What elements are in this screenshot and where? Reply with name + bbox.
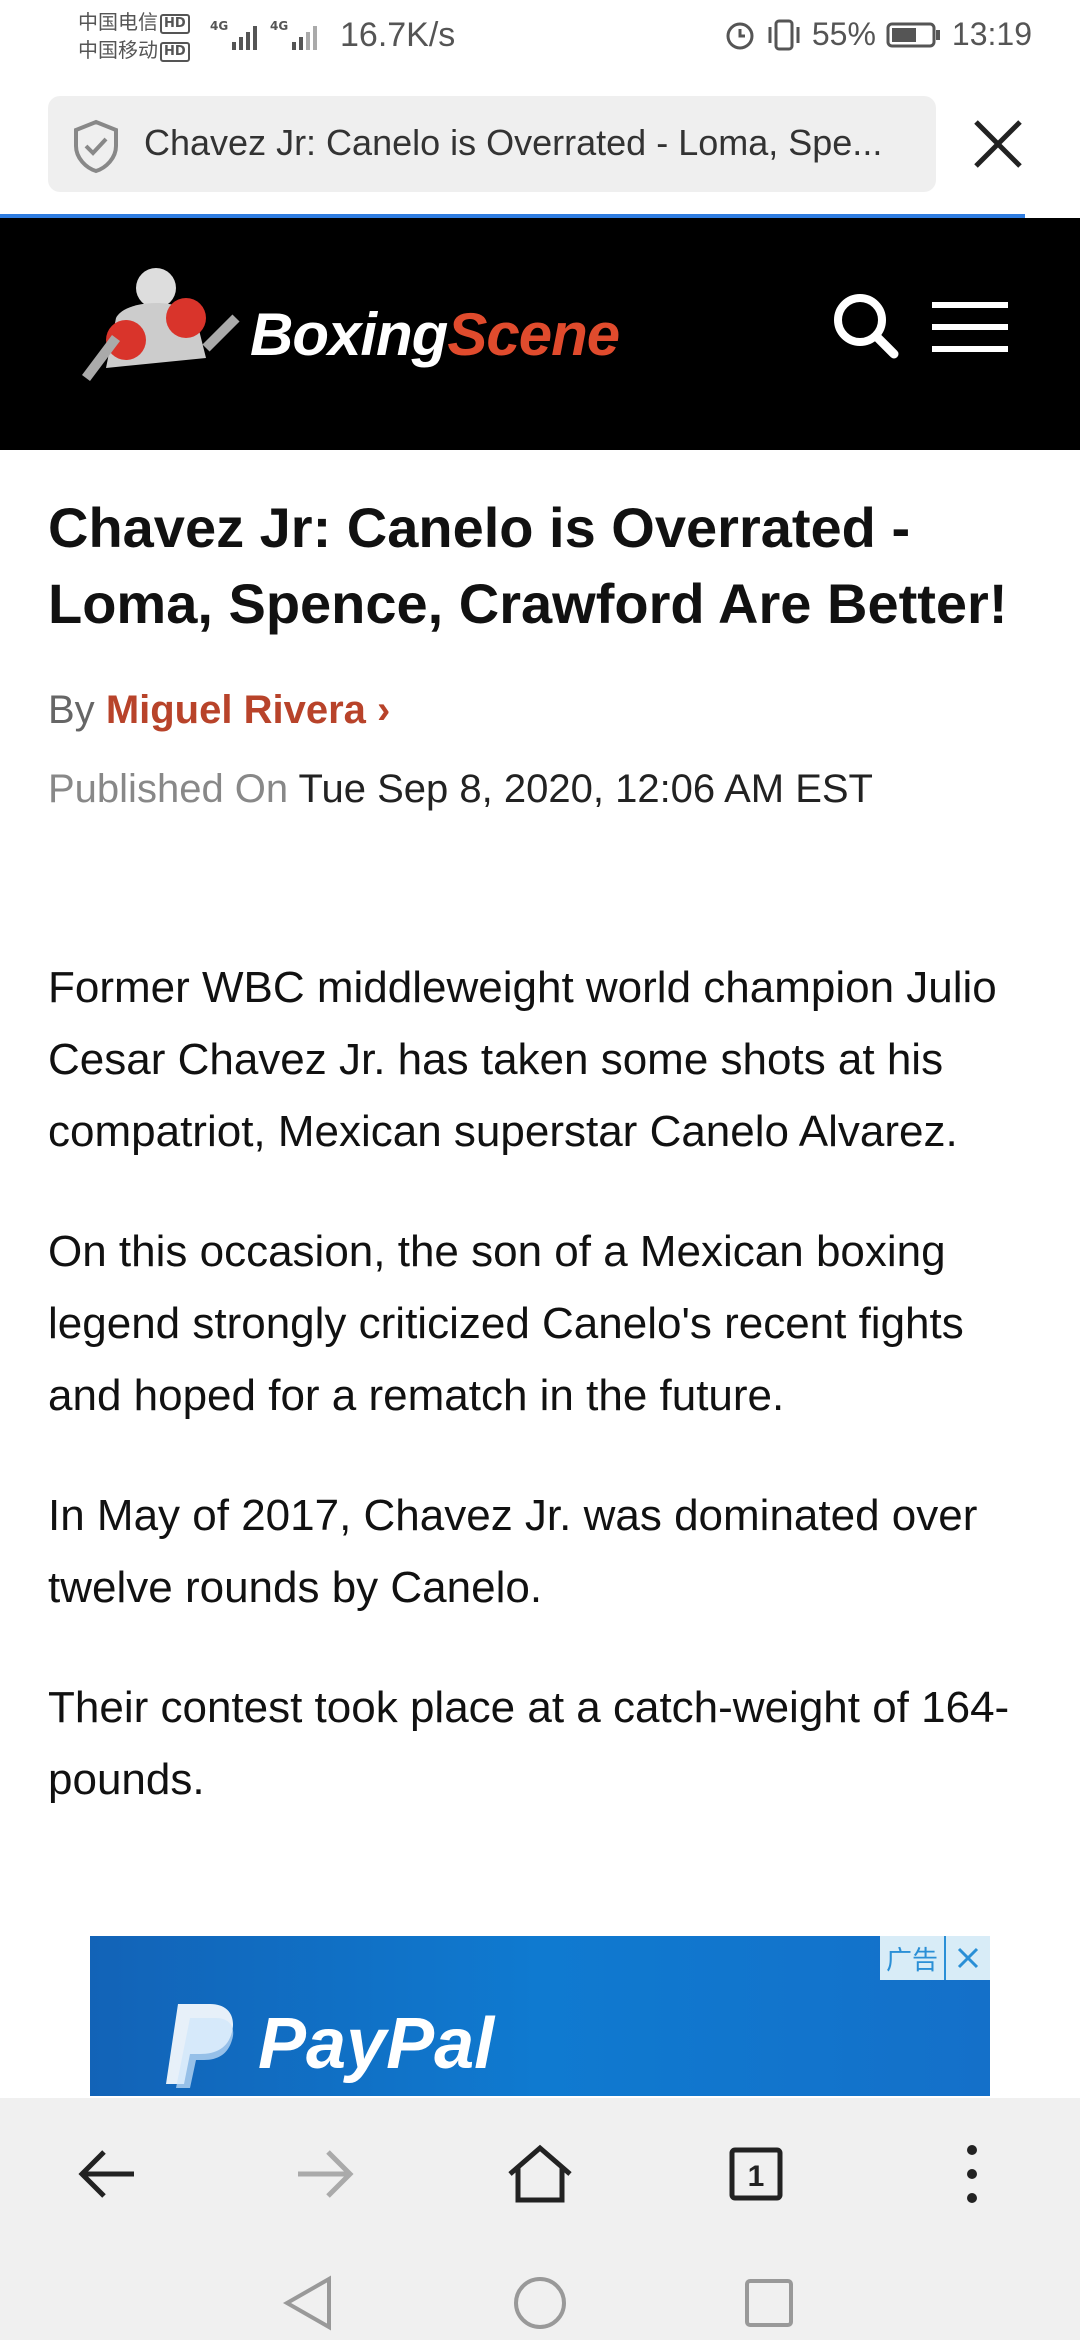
paragraph: On this occasion, the son of a Mexican b… [48,1227,964,1420]
browser-toolbar: 1 [0,2098,1080,2340]
recents-square-icon [745,2279,793,2327]
system-recents-button[interactable] [734,2268,804,2338]
back-arrow-icon [78,2150,134,2198]
clock: 13:19 [951,16,1032,52]
author-link[interactable]: Miguel Rivera › [106,688,391,732]
signal-icon: 4G [210,19,257,50]
published-date: Published On Tue Sep 8, 2020, 12:06 AM E… [48,767,1038,812]
ad-close-icon[interactable] [944,1936,990,1980]
brand-logo-text[interactable]: BoxingScene [250,300,620,369]
published-label: Published On [48,767,289,811]
paragraph: In May of 2017, Chavez Jr. was dominated… [48,1491,978,1612]
site-header: BoxingScene [0,218,1080,450]
brand-part-2: Scene [447,301,620,368]
system-home-button[interactable] [505,2268,575,2338]
back-triangle-icon [282,2275,331,2331]
hd-badge: HD [160,42,190,62]
by-label: By [48,688,95,732]
alarm-icon [726,22,754,49]
battery-icon [886,22,940,47]
brand-part-1: Boxing [250,301,448,368]
address-bar[interactable]: Chavez Jr: Canelo is Overrated - Loma, S… [48,96,936,192]
paragraph: Former WBC middleweight world champion J… [48,963,997,1156]
close-icon[interactable] [964,110,1032,178]
status-bar: 中国电信 HD 中国移动 HD 4G 4G 16.7K/s 55% 13:19 [0,0,1080,80]
home-circle-icon [514,2277,566,2329]
forward-arrow-icon [298,2150,354,2198]
status-right: 55% 13:19 [724,16,1032,53]
chevron-right-icon: › [377,688,391,732]
ad-tag: 广告 [879,1936,990,1980]
hd-badge: HD [160,14,190,34]
search-icon[interactable] [830,290,900,366]
paypal-ad-banner[interactable]: 广告 PayPal [90,1936,990,2096]
battery-percent: 55% [811,16,876,52]
published-value: Tue Sep 8, 2020, 12:06 AM EST [298,767,873,811]
svg-text:4G: 4G [210,19,228,33]
signal-icon-2: 4G [270,19,317,50]
back-button[interactable] [68,2134,148,2214]
more-icon [967,2145,977,2203]
page-title[interactable]: Chavez Jr: Canelo is Overrated - Loma, S… [144,122,924,164]
network-speed: 16.7K/s [340,16,456,54]
paragraph: Their contest took place at a catch-weig… [48,1683,1010,1804]
forward-button[interactable] [284,2134,364,2214]
menu-icon[interactable] [930,298,1010,358]
tabs-icon: 1 [729,2147,783,2201]
paypal-logo: PayPal [160,1996,494,2092]
carrier-info: 中国电信 HD 中国移动 HD [78,8,190,64]
article-body: Former WBC middleweight world champion J… [48,952,1038,1864]
tab-count: 1 [748,2160,765,2193]
paypal-icon [166,2004,234,2088]
shield-icon [74,119,118,174]
article-header: Chavez Jr: Canelo is Overrated - Loma, S… [48,490,1038,812]
vibrate-icon [768,19,800,50]
system-back-button[interactable] [272,2268,342,2338]
svg-text:4G: 4G [270,19,288,33]
paypal-brand: PayPal [258,2004,495,2084]
home-button[interactable] [500,2134,580,2214]
boxer-logo[interactable] [66,258,246,398]
byline: By Miguel Rivera › [48,688,1038,733]
tabs-button[interactable]: 1 [716,2134,796,2214]
carrier-1: 中国电信 [78,10,158,34]
home-icon [508,2144,572,2203]
ad-label: 广告 [885,1945,938,1976]
headline: Chavez Jr: Canelo is Overrated - Loma, S… [48,496,1008,635]
author-name: Miguel Rivera [105,688,366,732]
carrier-2: 中国移动 [78,38,158,62]
more-button[interactable] [932,2134,1012,2214]
